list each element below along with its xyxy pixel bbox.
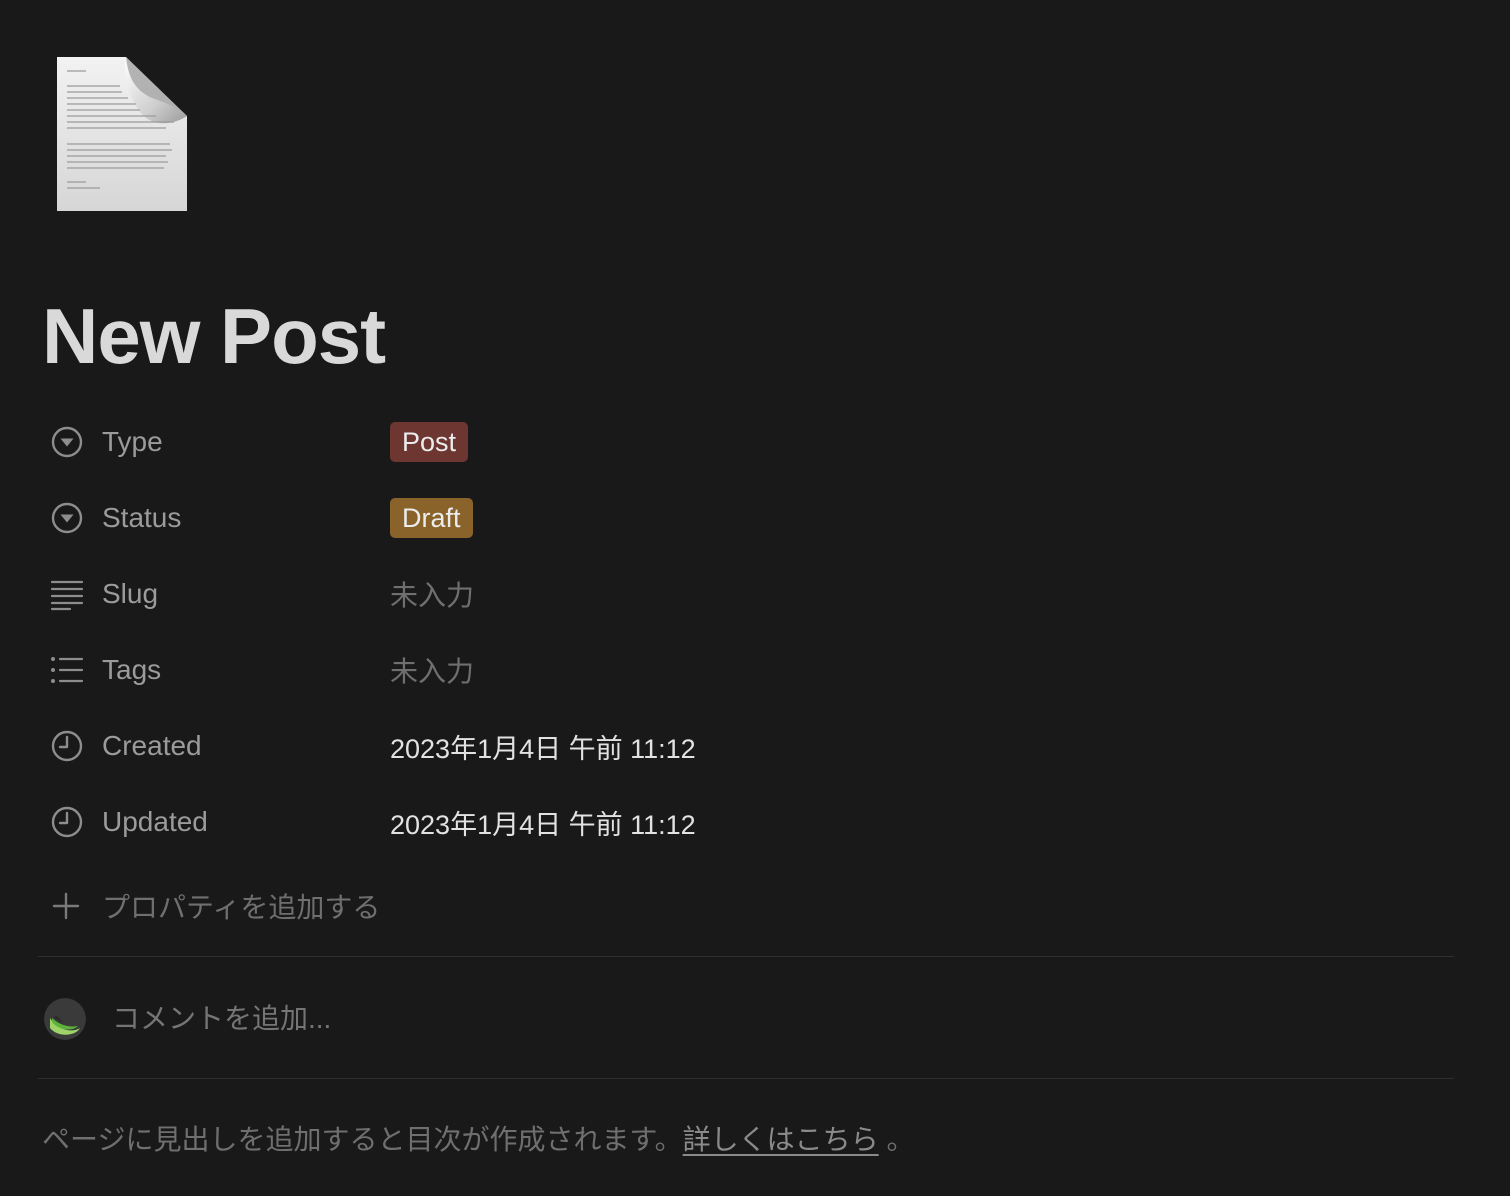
property-name-tags[interactable]: Tags (44, 632, 390, 708)
document-page-icon[interactable] (56, 56, 188, 212)
comment-box[interactable] (44, 996, 714, 1042)
text-icon (44, 576, 92, 612)
property-value-slug[interactable]: 未入力 (390, 574, 474, 614)
property-value-status[interactable]: Draft (390, 498, 473, 538)
property-row-tags[interactable]: Tags 未入力 (44, 632, 1464, 708)
divider (38, 956, 1454, 957)
type-tag[interactable]: Post (390, 422, 469, 462)
property-value-updated: 2023年1月4日 午前 11:12 (390, 809, 696, 840)
property-value-created: 2023年1月4日 午前 11:12 (390, 733, 696, 764)
learn-more-link[interactable]: 詳しくはこちら (683, 1124, 879, 1155)
property-value-tags[interactable]: 未入力 (390, 650, 474, 690)
divider (38, 1078, 1454, 1079)
property-row-status[interactable]: Status Draft (44, 480, 1464, 556)
property-label: Type (102, 426, 163, 457)
select-icon (44, 500, 92, 536)
plus-icon (44, 890, 92, 922)
toc-hint-suffix: 。 (878, 1124, 915, 1155)
notion-page: New Post Type Post Status Draft Slug 未入力… (0, 0, 1510, 1196)
property-name-type[interactable]: Type (44, 404, 390, 480)
add-property-button[interactable]: プロパティを追加する (44, 876, 380, 936)
clock-icon (44, 728, 92, 764)
toc-hint: ページに見出しを追加すると目次が作成されます。詳しくはこちら 。 (42, 1118, 914, 1158)
property-name-updated[interactable]: Updated (44, 784, 390, 860)
property-name-slug[interactable]: Slug (44, 556, 390, 632)
property-label: Created (102, 730, 202, 761)
property-row-type[interactable]: Type Post (44, 404, 1464, 480)
user-avatar (44, 998, 86, 1040)
property-row-slug[interactable]: Slug 未入力 (44, 556, 1464, 632)
property-label: Status (102, 502, 182, 533)
comment-input[interactable] (110, 1002, 714, 1036)
property-label: Tags (102, 654, 162, 685)
property-label: Updated (102, 806, 208, 837)
property-row-created[interactable]: Created 2023年1月4日 午前 11:12 (44, 708, 1464, 784)
select-icon (44, 424, 92, 460)
property-row-updated[interactable]: Updated 2023年1月4日 午前 11:12 (44, 784, 1464, 860)
toc-hint-text: ページに見出しを追加すると目次が作成されます。 (42, 1124, 683, 1155)
property-value-type[interactable]: Post (390, 422, 469, 462)
property-list: Type Post Status Draft Slug 未入力 Tags 未入力… (44, 404, 1464, 860)
list-icon (44, 652, 92, 688)
clock-icon (44, 804, 92, 840)
property-name-created[interactable]: Created (44, 708, 390, 784)
status-tag[interactable]: Draft (390, 498, 473, 538)
property-name-status[interactable]: Status (44, 480, 390, 556)
property-label: Slug (102, 578, 159, 609)
add-property-label: プロパティを追加する (102, 892, 381, 923)
page-title[interactable]: New Post (42, 292, 386, 382)
